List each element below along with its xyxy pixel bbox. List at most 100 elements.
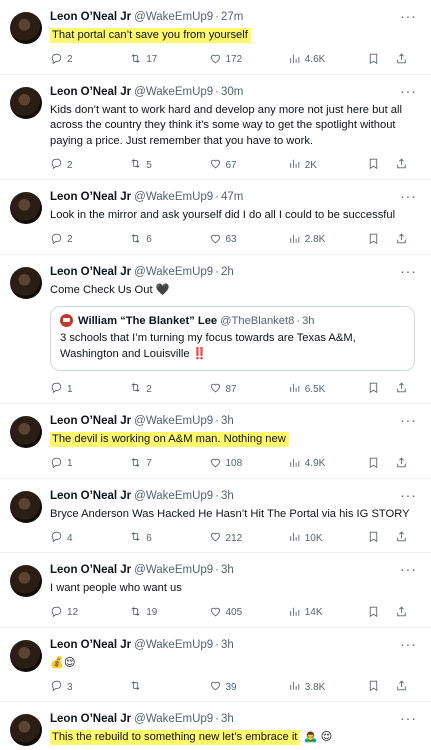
share-button[interactable] [395,381,409,397]
avatar[interactable] [10,266,42,299]
more-options-button[interactable]: ··· [400,711,417,725]
author-name[interactable]: Leon O’Neal Jr [50,563,131,578]
tweet-time[interactable]: 3h [221,712,234,727]
author-handle[interactable]: @WakeEmUp9 [134,10,213,25]
author-handle[interactable]: @WakeEmUp9 [134,190,213,205]
author-name[interactable]: Leon O’Neal Jr [50,489,131,504]
reply-button[interactable]: 1 [50,456,102,472]
share-button[interactable] [395,52,409,68]
share-button[interactable] [395,605,409,621]
author-handle[interactable]: @WakeEmUp9 [134,638,213,653]
author-handle[interactable]: @WakeEmUp9 [134,265,213,280]
bookmark-button[interactable] [367,456,381,472]
more-options-button[interactable]: ··· [400,637,417,651]
reply-button[interactable]: 2 [50,157,102,173]
tweet[interactable]: Leon O’Neal Jr @WakeEmUp9 · 30m Kids don… [0,75,431,180]
avatar[interactable] [10,416,42,448]
quoted-name[interactable]: William “The Blanket” Lee [78,315,217,327]
retweet-button[interactable]: 6 [129,232,181,248]
like-button[interactable]: 172 [209,52,261,68]
author-name[interactable]: Leon O’Neal Jr [50,190,131,205]
reply-button[interactable]: 3 [50,679,102,695]
bookmark-button[interactable] [367,605,381,621]
retweet-button[interactable]: 6 [129,530,181,546]
retweet-button[interactable]: 7 [129,456,181,472]
more-options-button[interactable]: ··· [400,413,417,427]
author-handle[interactable]: @WakeEmUp9 [134,489,213,504]
avatar[interactable] [10,639,42,672]
reply-button[interactable]: 2 [50,232,102,248]
like-button[interactable]: 63 [209,232,261,248]
avatar[interactable] [10,490,42,523]
like-button[interactable]: 212 [209,530,261,546]
share-button[interactable] [395,679,409,695]
share-button[interactable] [395,530,409,546]
more-options-button[interactable]: ··· [400,562,417,576]
tweet-time[interactable]: 3h [221,563,234,578]
retweet-button[interactable]: 19 [129,605,181,621]
avatar[interactable] [10,714,42,746]
author-name[interactable]: Leon O’Neal Jr [50,85,131,100]
more-options-button[interactable]: ··· [400,488,417,502]
avatar[interactable] [10,12,42,44]
views-button[interactable]: 6.5K [288,381,340,397]
author-name[interactable]: Leon O’Neal Jr [50,638,131,653]
views-button[interactable]: 4.9K [288,456,340,472]
quoted-avatar[interactable] [60,314,73,327]
reply-button[interactable]: 1 [50,381,102,397]
bookmark-button[interactable] [367,232,381,248]
retweet-button[interactable]: 17 [129,52,181,68]
avatar[interactable] [10,565,42,597]
tweet-time[interactable]: 47m [221,190,243,205]
tweet-time[interactable]: 3h [221,414,234,429]
more-options-button[interactable]: ··· [400,264,417,278]
like-button[interactable]: 67 [209,157,261,173]
tweet[interactable]: Leon O’Neal Jr @WakeEmUp9 · 2h Come Chec… [0,255,431,404]
like-button[interactable]: 108 [209,456,261,472]
tweet[interactable]: Leon O’Neal Jr @WakeEmUp9 · 47m Look in … [0,180,431,255]
tweet[interactable]: Leon O’Neal Jr @WakeEmUp9 · 3h I want pe… [0,553,431,628]
share-button[interactable] [395,157,409,173]
views-button[interactable]: 3.8K [288,679,340,695]
tweet-time[interactable]: 30m [221,85,243,100]
author-handle[interactable]: @WakeEmUp9 [134,85,213,100]
author-handle[interactable]: @WakeEmUp9 [134,563,213,578]
quoted-handle[interactable]: @TheBlanket8 [220,315,294,327]
views-button[interactable]: 14K [288,605,340,621]
tweet[interactable]: Leon O’Neal Jr @WakeEmUp9 · 27m That por… [0,0,431,75]
retweet-button[interactable]: 2 [129,381,181,397]
author-handle[interactable]: @WakeEmUp9 [134,414,213,429]
tweet-time[interactable]: 27m [221,10,243,25]
share-button[interactable] [395,456,409,472]
tweet[interactable]: Leon O’Neal Jr @WakeEmUp9 · 3h This the … [0,702,431,750]
views-button[interactable]: 2K [288,157,340,173]
views-button[interactable]: 10K [288,530,340,546]
author-handle[interactable]: @WakeEmUp9 [134,712,213,727]
author-name[interactable]: Leon O’Neal Jr [50,414,131,429]
views-button[interactable]: 4.6K [288,52,340,68]
avatar[interactable] [10,192,42,224]
reply-button[interactable]: 12 [50,605,102,621]
views-button[interactable]: 2.8K [288,232,340,248]
more-options-button[interactable]: ··· [400,84,417,98]
bookmark-button[interactable] [367,530,381,546]
share-button[interactable] [395,232,409,248]
tweet-time[interactable]: 2h [221,265,234,280]
avatar[interactable] [10,86,42,119]
retweet-button[interactable] [129,679,181,695]
like-button[interactable]: 39 [209,679,261,695]
reply-button[interactable]: 2 [50,52,102,68]
tweet-time[interactable]: 3h [221,489,234,504]
like-button[interactable]: 405 [209,605,261,621]
author-name[interactable]: Leon O’Neal Jr [50,265,131,280]
tweet[interactable]: Leon O’Neal Jr @WakeEmUp9 · 3h Bryce And… [0,479,431,553]
tweet[interactable]: Leon O’Neal Jr @WakeEmUp9 · 3h The devil… [0,404,431,479]
bookmark-button[interactable] [367,52,381,68]
like-button[interactable]: 87 [209,381,261,397]
bookmark-button[interactable] [367,157,381,173]
retweet-button[interactable]: 5 [129,157,181,173]
tweet-time[interactable]: 3h [221,638,234,653]
author-name[interactable]: Leon O’Neal Jr [50,10,131,25]
quoted-time[interactable]: 3h [302,315,314,327]
reply-button[interactable]: 4 [50,530,102,546]
